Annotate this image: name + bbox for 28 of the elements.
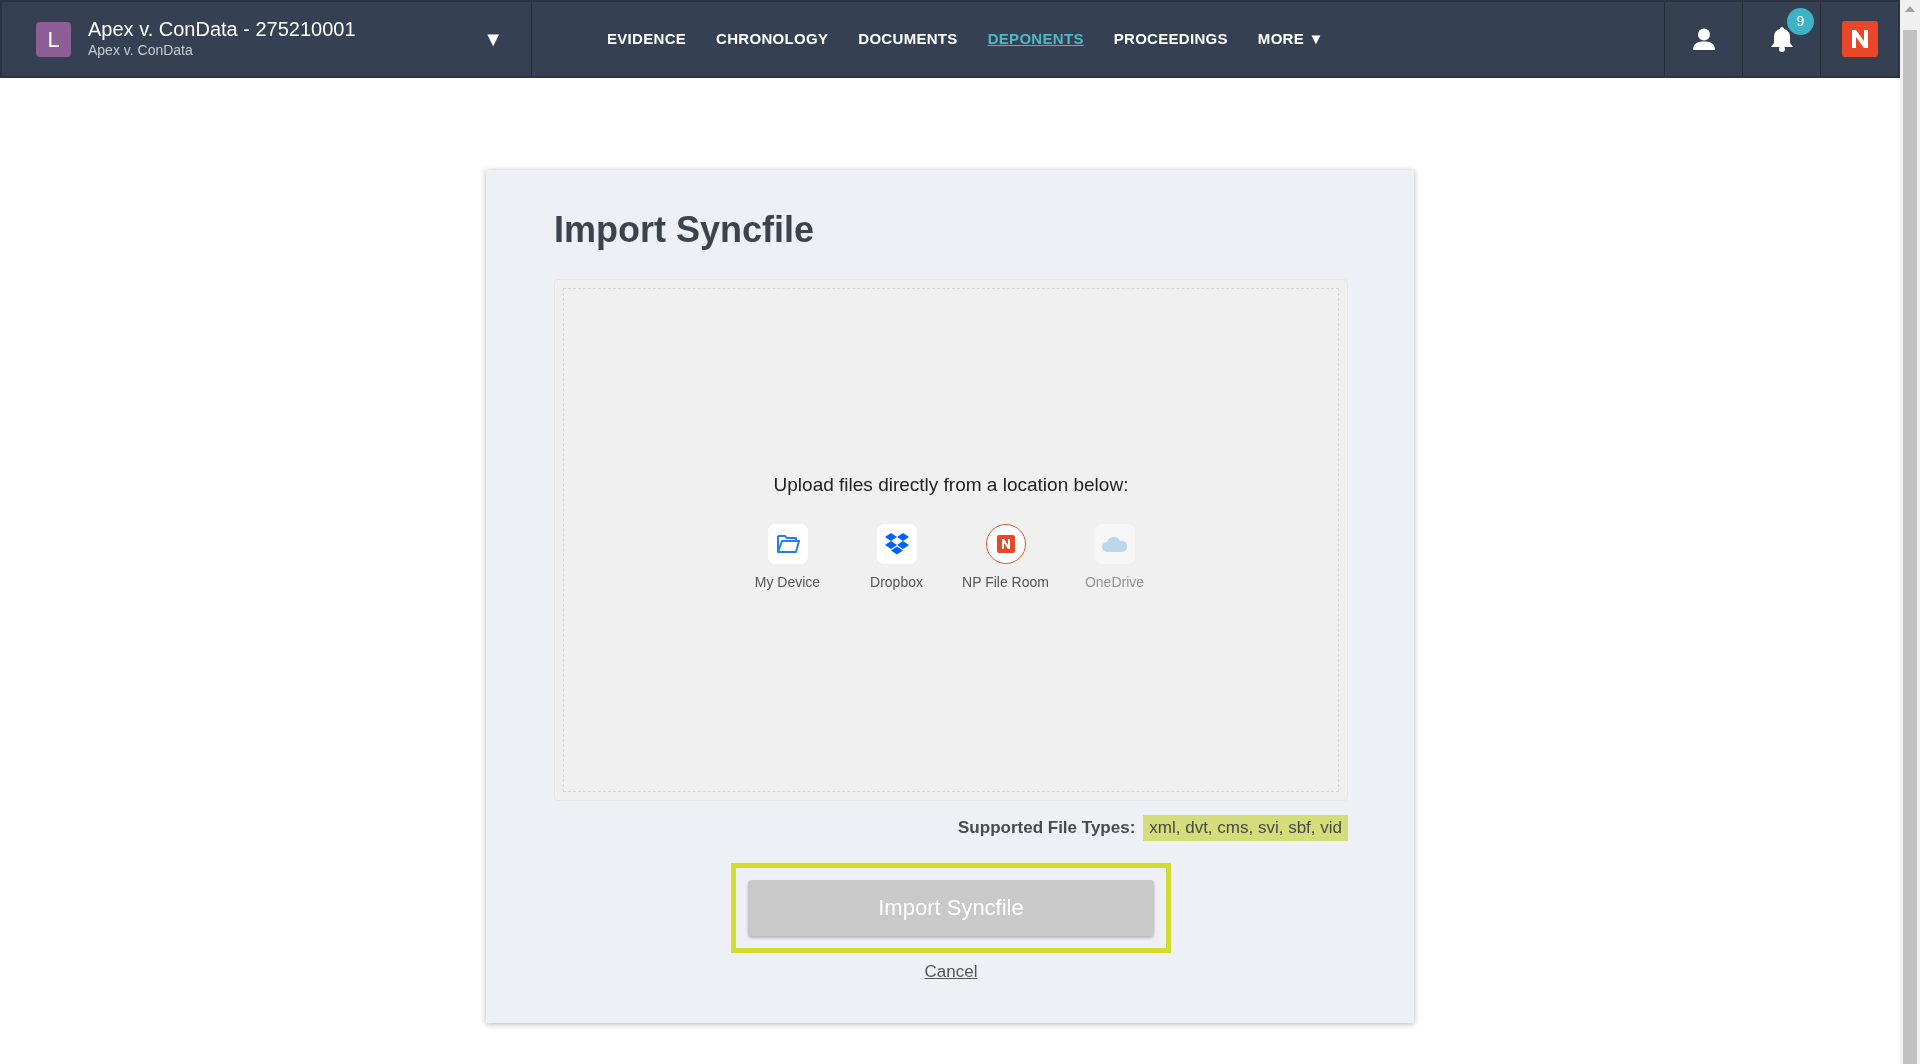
cloud-icon <box>1101 535 1128 552</box>
nav-tab[interactable]: MORE ▼ <box>1242 27 1339 51</box>
upload-source-button[interactable]: NP File Room <box>958 523 1053 593</box>
user-icon <box>1691 28 1716 50</box>
supported-types-value: xml, dvt, cms, svi, sbf, vid <box>1143 815 1348 841</box>
scroll-up-icon <box>1905 6 1915 12</box>
case-title: Apex v. ConData - 275210001 <box>88 17 356 40</box>
bell-icon <box>1769 26 1794 52</box>
supported-types-label: Supported File Types: <box>958 817 1136 840</box>
nav-tab[interactable]: EVIDENCE <box>592 27 702 51</box>
logo-icon <box>1841 21 1878 57</box>
nav-tab[interactable]: DEPONENTS <box>972 27 1099 51</box>
folder-icon <box>775 533 800 554</box>
notification-count-badge: 9 <box>1787 8 1814 35</box>
dropbox-icon <box>884 532 909 555</box>
nav-tab[interactable]: CHRONOLOGY <box>701 27 844 51</box>
nav-tab[interactable]: DOCUMENTS <box>843 27 973 51</box>
scrollbar[interactable] <box>1900 0 1920 1064</box>
case-dropdown-button[interactable]: ▼ <box>477 23 509 55</box>
upload-source-button[interactable]: Dropbox <box>849 523 944 593</box>
case-avatar: L <box>36 21 71 57</box>
case-subtitle: Apex v. ConData <box>88 40 194 60</box>
dialog-title: Import Syncfile <box>554 208 816 252</box>
cancel-link[interactable]: Cancel <box>924 958 978 985</box>
logo-icon <box>996 534 1015 553</box>
upload-source-button[interactable]: My Device <box>740 523 835 593</box>
upload-prompt: Upload files directly from a location below: <box>773 473 1129 498</box>
nav-tab[interactable]: PROCEEDINGS <box>1098 27 1243 51</box>
